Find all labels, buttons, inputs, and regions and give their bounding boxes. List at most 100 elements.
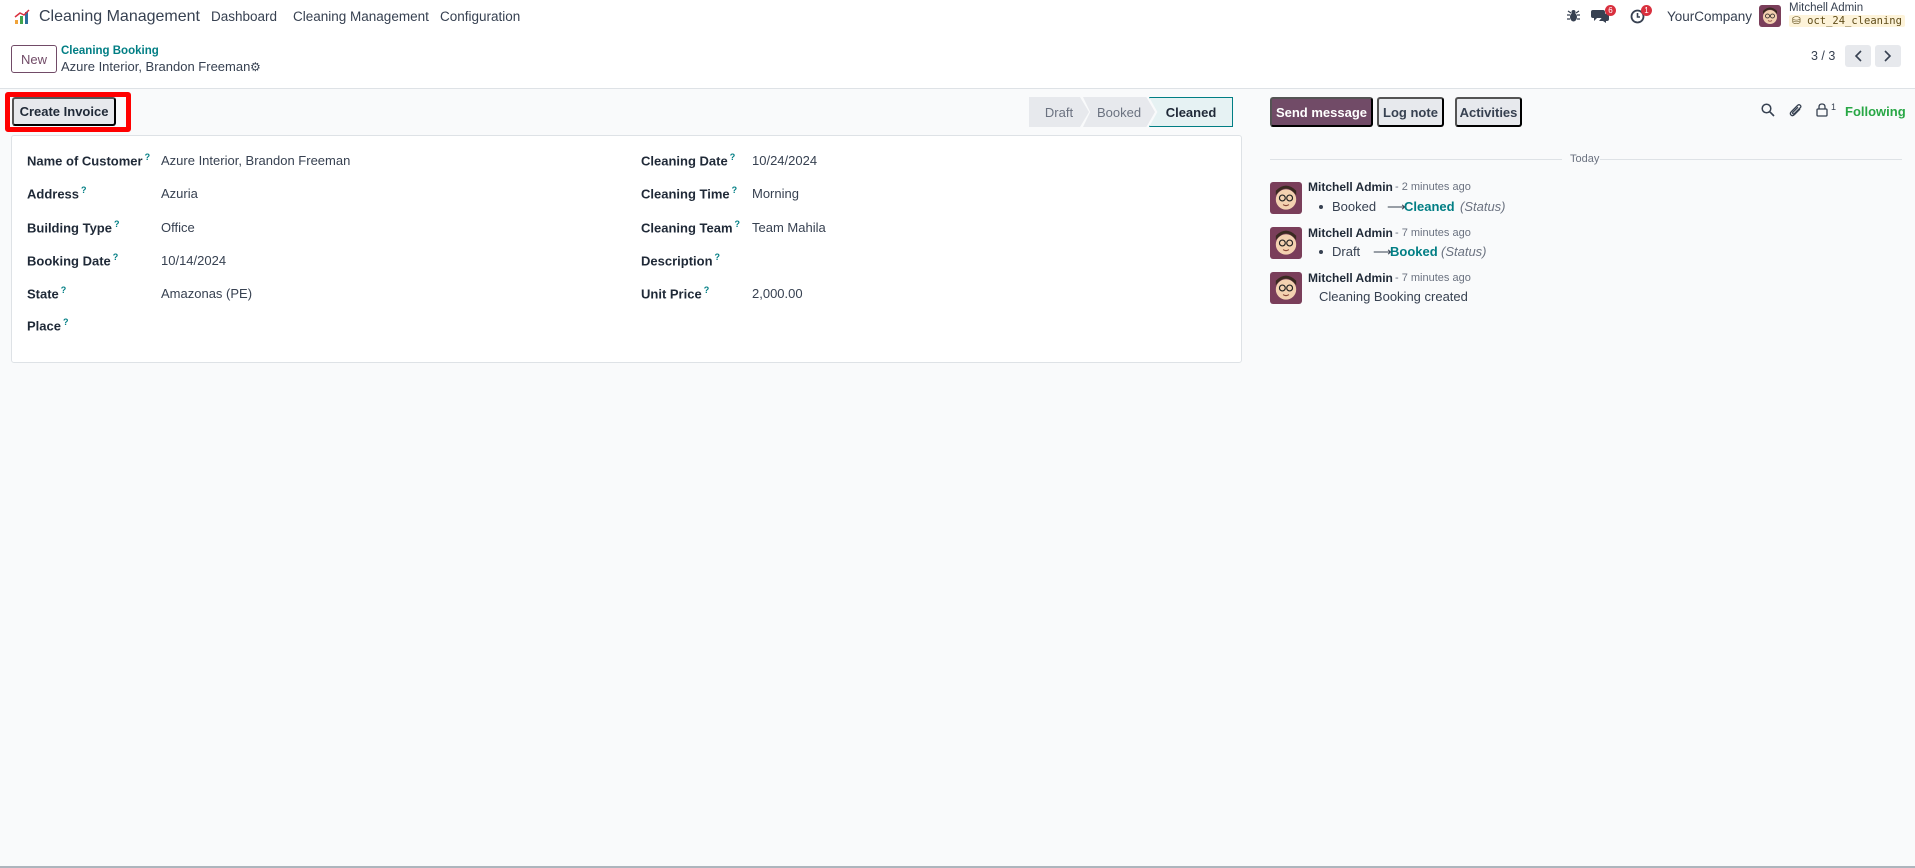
help-tooltip-icon[interactable]: ? <box>735 219 741 229</box>
pager-previous-button[interactable] <box>1845 45 1871 67</box>
value-building-type[interactable]: Office <box>161 220 195 235</box>
tracking-new-value: Cleaned <box>1404 199 1455 214</box>
tracking-bullet <box>1319 250 1323 254</box>
control-panel: New Cleaning Booking Azure Interior, Bra… <box>0 34 1915 89</box>
message-author[interactable]: Mitchell Admin <box>1308 271 1393 285</box>
message-avatar[interactable] <box>1270 272 1302 304</box>
help-tooltip-icon[interactable]: ? <box>113 252 119 262</box>
label-cleaning-team-text: Cleaning Team <box>641 220 733 236</box>
help-tooltip-icon[interactable]: ? <box>114 219 120 229</box>
tracking-old-value: Booked <box>1332 199 1377 214</box>
help-tooltip-icon[interactable]: ? <box>61 285 67 295</box>
paperclip-icon[interactable] <box>1789 103 1803 121</box>
activities-button[interactable]: Activities <box>1455 97 1522 127</box>
label-unit-price-text: Unit Price <box>641 286 702 302</box>
message-author[interactable]: Mitchell Admin <box>1308 226 1393 240</box>
tracking-old-value: Draft <box>1332 244 1361 259</box>
stage-booked[interactable]: Booked <box>1083 97 1155 127</box>
help-tooltip-icon[interactable]: ? <box>81 185 87 195</box>
label-state-text: State <box>27 286 59 302</box>
message-timestamp: - 7 minutes ago <box>1395 227 1471 239</box>
message-avatar[interactable] <box>1270 182 1302 214</box>
value-unit-price[interactable]: 2,000.00 <box>752 286 803 301</box>
gear-icon[interactable]: ⚙ <box>250 60 261 74</box>
message-author[interactable]: Mitchell Admin <box>1308 180 1393 194</box>
label-place-text: Place <box>27 318 61 334</box>
message-timestamp: - 7 minutes ago <box>1395 272 1471 284</box>
tracking-bullet <box>1319 205 1323 209</box>
label-cleaning-date: Cleaning Date? <box>641 152 735 168</box>
label-booking-date: Booking Date? <box>27 252 118 268</box>
log-note-button[interactable]: Log note <box>1377 97 1444 127</box>
label-cleaning-date-text: Cleaning Date <box>641 153 728 169</box>
value-cleaning-team[interactable]: Team Mahila <box>752 220 826 235</box>
help-tooltip-icon[interactable]: ? <box>730 152 736 162</box>
tracking-new-value: Booked <box>1390 244 1438 259</box>
bug-icon[interactable] <box>1567 9 1580 26</box>
menu-configuration[interactable]: Configuration <box>440 9 520 24</box>
database-name: ⛁ oct_24_cleaning <box>1789 15 1905 27</box>
label-address-text: Address <box>27 186 80 202</box>
value-name-of-customer[interactable]: Azure Interior, Brandon Freeman <box>161 153 350 168</box>
label-address: Address? <box>27 185 87 201</box>
stage-draft[interactable]: Draft <box>1029 97 1089 127</box>
help-tooltip-icon[interactable]: ? <box>704 285 710 295</box>
user-name[interactable]: Mitchell Admin <box>1789 2 1863 14</box>
date-separator-line-right <box>1600 159 1902 160</box>
create-invoice-button[interactable]: Create Invoice <box>12 97 116 126</box>
help-tooltip-icon[interactable]: ? <box>732 185 738 195</box>
help-tooltip-icon[interactable]: ? <box>63 317 69 327</box>
breadcrumb-current: Azure Interior, Brandon Freeman <box>61 59 251 74</box>
message-body: Cleaning Booking created <box>1319 289 1468 304</box>
database-name-text: oct_24_cleaning <box>1807 15 1902 27</box>
stage-cleaned[interactable]: Cleaned <box>1149 97 1233 127</box>
menu-cleaning-management[interactable]: Cleaning Management <box>293 9 429 24</box>
database-icon: ⛁ <box>1792 15 1808 27</box>
company-switcher[interactable]: YourCompany <box>1667 9 1752 24</box>
top-navbar: Cleaning Management Dashboard Cleaning M… <box>0 0 1915 34</box>
date-separator-line-left <box>1270 159 1562 160</box>
tracking-field: (Status) <box>1460 199 1506 214</box>
label-cleaning-time-text: Cleaning Time <box>641 186 730 202</box>
pager-next-button[interactable] <box>1875 45 1901 67</box>
message-avatar[interactable] <box>1270 227 1302 259</box>
label-name-of-customer: Name of Customer? <box>27 152 150 168</box>
help-tooltip-icon[interactable]: ? <box>145 152 151 162</box>
new-button[interactable]: New <box>11 45 57 73</box>
breadcrumb-parent[interactable]: Cleaning Booking <box>61 45 159 57</box>
following-button[interactable]: Following <box>1845 104 1906 119</box>
value-cleaning-date[interactable]: 10/24/2024 <box>752 153 817 168</box>
send-message-button[interactable]: Send message <box>1270 97 1373 127</box>
pager-value[interactable]: 3 / 3 <box>1811 49 1835 63</box>
chevron-left-icon <box>1854 50 1862 62</box>
label-state: State? <box>27 285 66 301</box>
help-tooltip-icon[interactable]: ? <box>715 252 721 262</box>
activities-badge: 1 <box>1641 5 1652 16</box>
app-menu-icon[interactable] <box>14 9 30 25</box>
label-name-of-customer-text: Name of Customer <box>27 153 143 169</box>
value-address[interactable]: Azuria <box>161 186 198 201</box>
value-cleaning-time[interactable]: Morning <box>752 186 799 201</box>
label-booking-date-text: Booking Date <box>27 253 111 269</box>
followers-count: 1 <box>1831 102 1837 112</box>
form-sheet <box>11 135 1242 363</box>
followers-lock-icon[interactable] <box>1816 103 1828 120</box>
label-description-text: Description <box>641 253 713 269</box>
tracking-arrow-icon: ⟶ <box>1387 199 1406 214</box>
value-state[interactable]: Amazonas (PE) <box>161 286 252 301</box>
status-bar: Draft Booked Cleaned <box>1029 97 1233 127</box>
menu-dashboard[interactable]: Dashboard <box>211 9 277 24</box>
tracking-field: (Status) <box>1441 244 1487 259</box>
label-place: Place? <box>27 317 68 333</box>
message-timestamp: - 2 minutes ago <box>1395 181 1471 193</box>
label-building-type: Building Type? <box>27 219 119 235</box>
label-cleaning-time: Cleaning Time? <box>641 185 737 201</box>
label-cleaning-team: Cleaning Team? <box>641 219 740 235</box>
chevron-right-icon <box>1884 50 1892 62</box>
search-icon[interactable] <box>1761 103 1775 120</box>
app-name[interactable]: Cleaning Management <box>39 8 200 26</box>
label-description: Description? <box>641 252 720 268</box>
user-avatar[interactable] <box>1759 5 1781 27</box>
label-unit-price: Unit Price? <box>641 285 709 301</box>
value-booking-date[interactable]: 10/14/2024 <box>161 253 226 268</box>
